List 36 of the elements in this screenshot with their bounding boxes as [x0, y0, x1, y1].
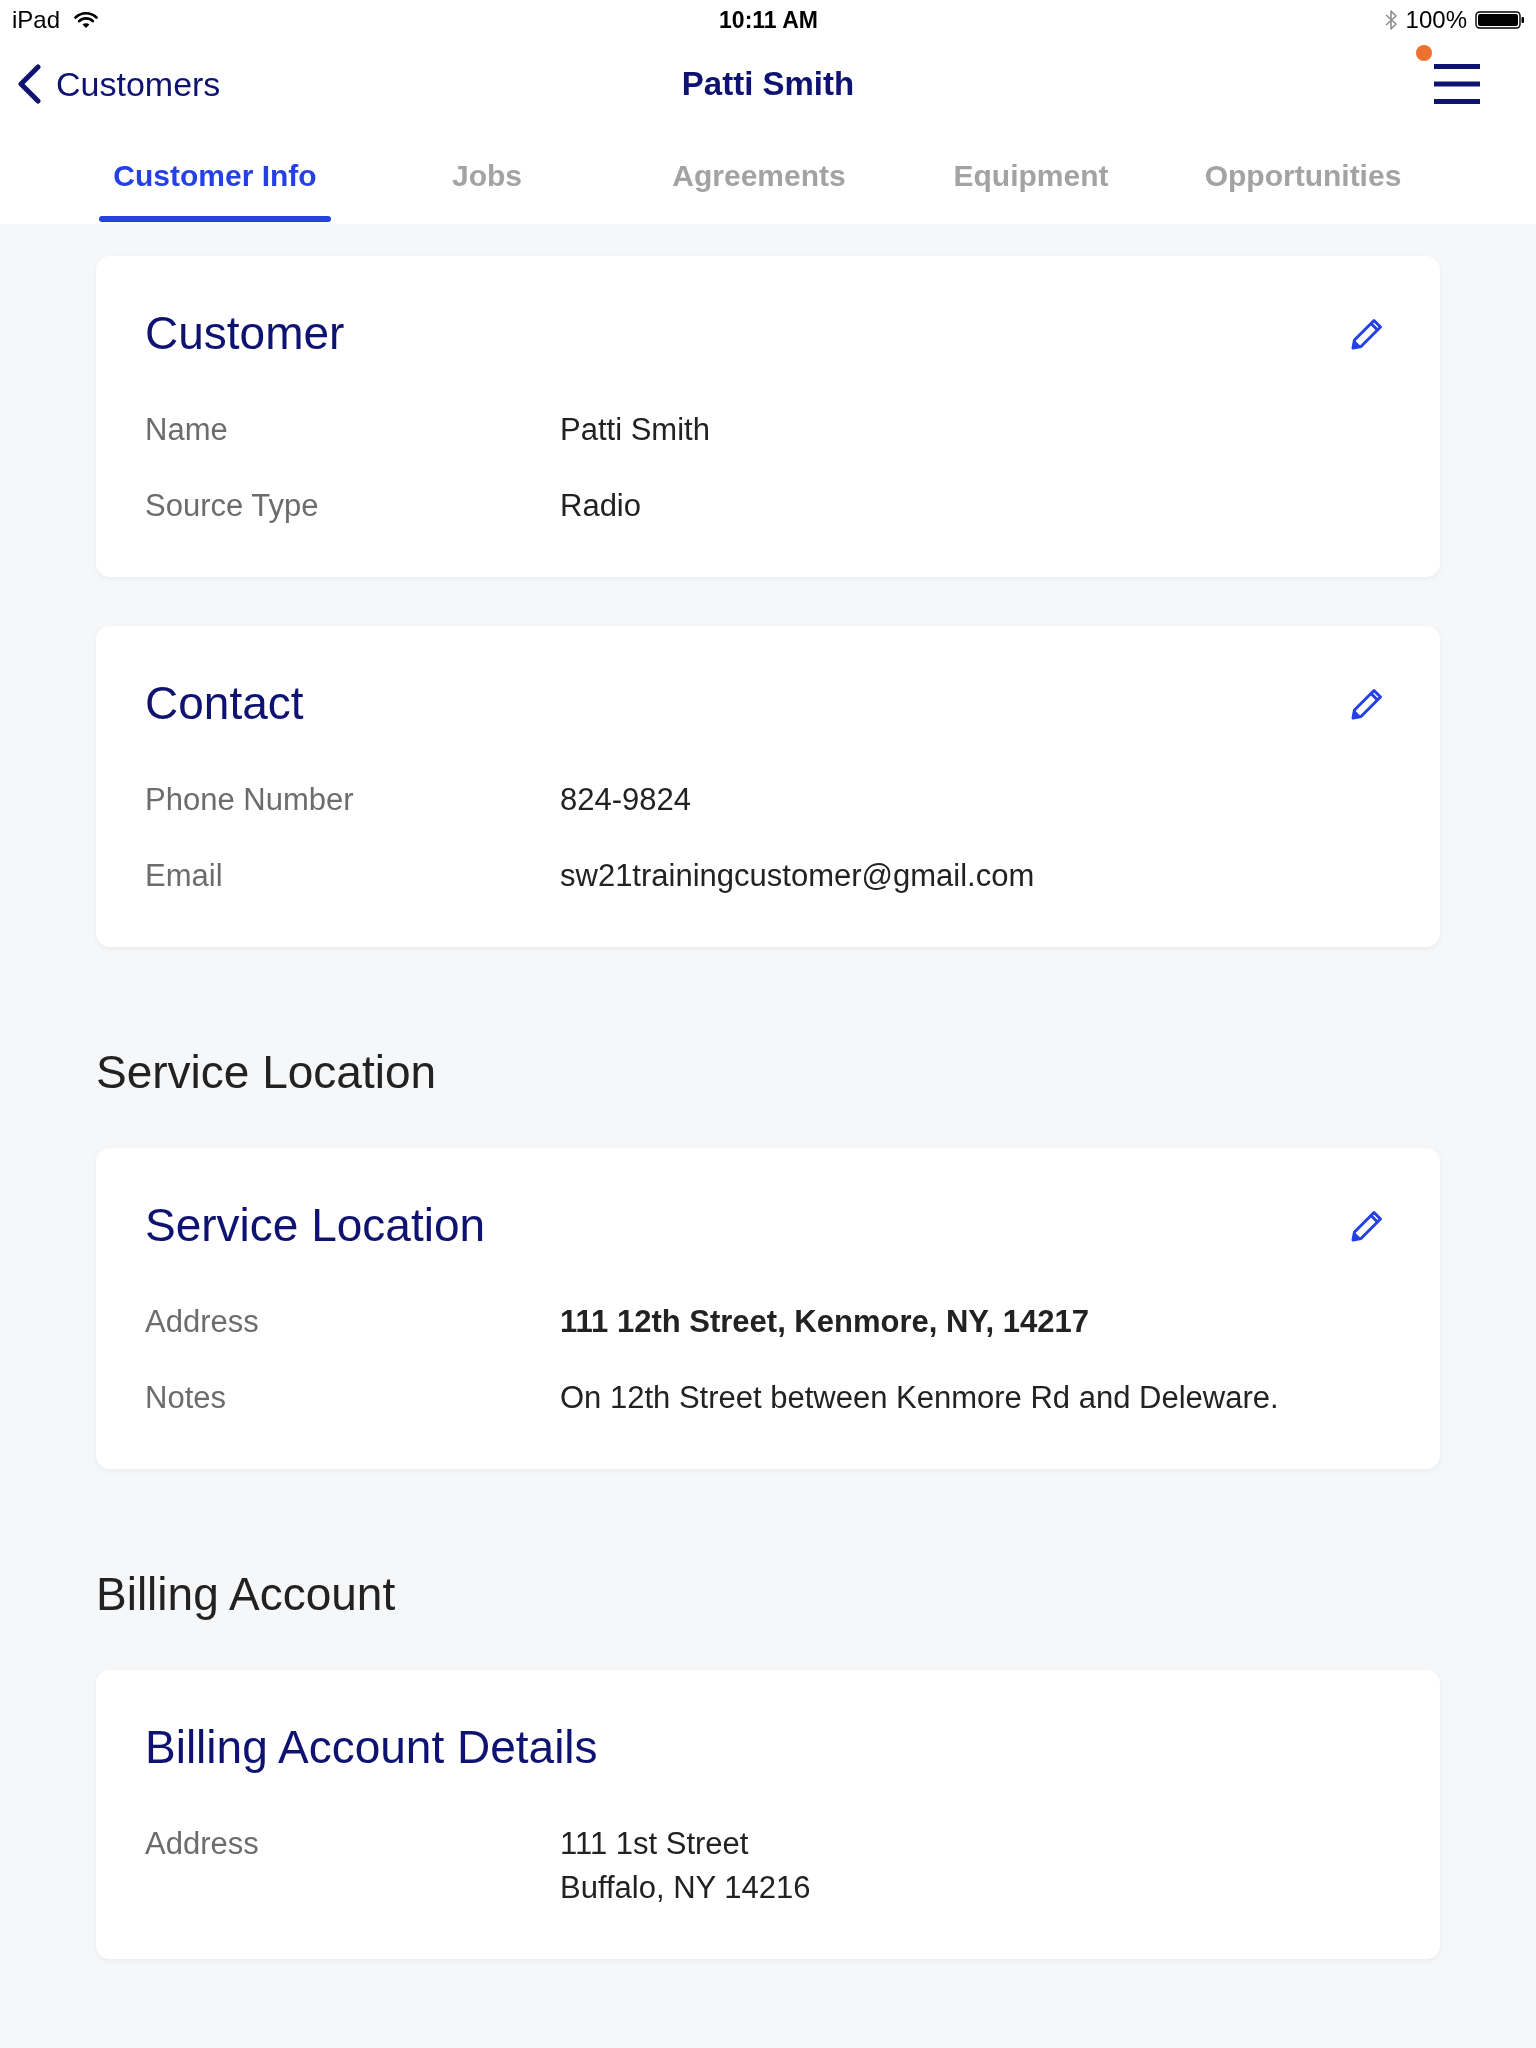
battery-percentage: 100% [1405, 6, 1467, 34]
field-label: Phone Number [145, 781, 354, 819]
field-value: sw21trainingcustomer@gmail.com [560, 857, 1035, 895]
tab[interactable]: Opportunities [1190, 128, 1416, 224]
bluetooth-icon [1383, 8, 1398, 32]
menu-icon [1434, 64, 1480, 104]
card-title: Customer [145, 307, 345, 359]
field-label: Notes [145, 1379, 226, 1417]
wifi-icon [74, 11, 99, 29]
field-value: Radio [560, 487, 641, 525]
menu-button[interactable] [1434, 64, 1480, 104]
clock-time: 10:11 AM [719, 6, 818, 34]
chevron-left-icon [16, 64, 42, 104]
field-value: Patti Smith [560, 411, 710, 449]
device-label: iPad [12, 6, 61, 34]
tab[interactable]: Jobs [438, 128, 536, 224]
field-label: Name [145, 411, 228, 449]
back-button[interactable]: Customers [0, 64, 221, 104]
tab[interactable]: Customer Info [99, 128, 331, 224]
tab[interactable]: Agreements [658, 128, 860, 224]
field-label: Email [145, 857, 223, 895]
field-value: 111 1st Street Buffalo, NY 14216 [560, 1825, 811, 1907]
tab[interactable]: Equipment [939, 128, 1123, 224]
field-label: Address [145, 1303, 259, 1341]
section-heading: Service Location [96, 1046, 438, 1098]
card-title: Service Location [145, 1199, 486, 1251]
field-value: 111 12th Street, Kenmore, NY, 14217 [560, 1303, 1089, 1341]
card-title: Contact [145, 677, 304, 729]
field-label: Address [145, 1825, 259, 1863]
field-label: Source Type [145, 487, 319, 525]
section-heading: Billing Account [96, 1568, 397, 1620]
card-title: Billing Account Details [145, 1721, 598, 1773]
battery-icon [1475, 11, 1525, 29]
screen-title: Patti Smith [681, 65, 855, 103]
field-value: 824-9824 [560, 781, 691, 819]
field-value: On 12th Street between Kenmore Rd and Deleware. [560, 1379, 1279, 1417]
